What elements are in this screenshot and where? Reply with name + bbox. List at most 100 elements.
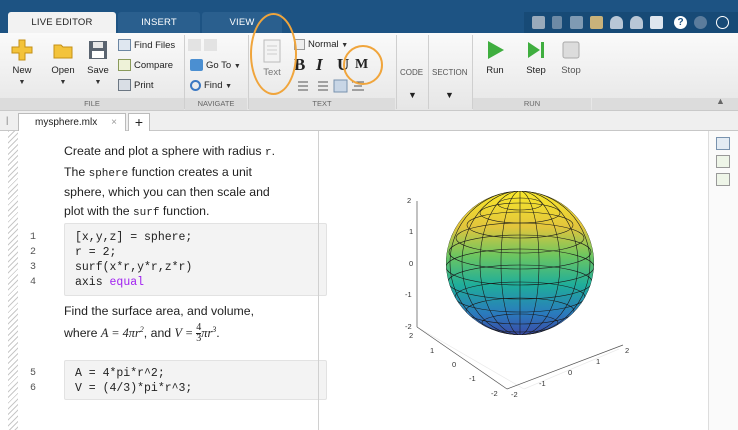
add-tab-button[interactable]: + [128, 113, 150, 131]
code-dropdown[interactable]: ▼ [408, 87, 417, 103]
y-tick: -1 [469, 374, 476, 383]
code-line-5[interactable]: A = 4*pi*r^2; [75, 367, 165, 380]
code-line-3[interactable]: surf(x*r,y*r,z*r) [75, 261, 192, 274]
stop-button[interactable]: Stop [557, 39, 585, 76]
z-tick: 0 [409, 259, 413, 268]
text-run: where [64, 325, 101, 340]
z-tick: 2 [407, 196, 411, 205]
style-dropdown[interactable]: Normal ▼ [294, 37, 348, 53]
step-button[interactable]: Step [522, 39, 550, 76]
tab-insert[interactable]: INSERT [118, 12, 200, 33]
redo-icon[interactable] [630, 16, 643, 29]
switch-windows-icon[interactable] [650, 16, 663, 29]
italic-button[interactable]: I [316, 56, 323, 73]
z-tick: -1 [405, 290, 412, 299]
formula-text: A = 4πr [100, 325, 140, 340]
text-run: The [64, 164, 89, 179]
find-button[interactable]: Find ▼ [190, 78, 232, 94]
navigate-back-forward[interactable] [188, 38, 220, 54]
text-run: function. [159, 203, 210, 218]
highlight-circle-text [250, 13, 297, 95]
print-button[interactable]: Print [118, 78, 154, 94]
paragraph-2: Find the surface area, and volume, where… [64, 302, 254, 344]
close-icon[interactable]: × [111, 114, 117, 131]
navigate-group-label: NAVIGATE [185, 98, 247, 110]
formula-area: A = 4πr2 [100, 325, 144, 340]
chevron-down-icon: ▼ [225, 83, 233, 90]
floppy-disk-icon [89, 41, 107, 59]
down-arrow-icon [204, 39, 217, 52]
options-icon[interactable] [716, 16, 729, 29]
code-line-4[interactable]: axis equal [75, 276, 144, 289]
find-label: Find [204, 80, 223, 91]
compare-button[interactable]: Compare [118, 58, 173, 74]
find-files-button[interactable]: Find Files [118, 38, 175, 54]
code-line-2[interactable]: r = 2; [75, 246, 116, 259]
new-button[interactable]: New ▼ [8, 39, 36, 87]
tab-live-editor[interactable]: LIVE EDITOR [8, 12, 116, 33]
text-run: , and [143, 325, 175, 340]
chevron-down-icon: ▼ [233, 63, 241, 70]
collapse-ribbon-icon[interactable]: ▲ [716, 93, 725, 109]
stop-icon [562, 41, 580, 59]
code-line-6[interactable]: V = (4/3)*pi*r^3; [75, 382, 192, 395]
undo-icon[interactable] [610, 16, 623, 29]
run-group-label: RUN [473, 98, 591, 110]
step-label: Step [526, 65, 546, 76]
formula-text: πr [201, 325, 213, 340]
save-button[interactable]: Save ▼ [84, 39, 112, 87]
live-script-editor[interactable]: Create and plot a sphere with radius r. … [20, 131, 327, 430]
sphere-surface [446, 191, 594, 335]
y-tick: -2 [491, 389, 498, 398]
go-to-label: Go To [206, 60, 232, 71]
output-right-icon[interactable] [716, 155, 730, 168]
minimize-ribbon-icon[interactable] [694, 16, 707, 29]
run-button[interactable]: Run [482, 39, 508, 76]
section-dropdown[interactable]: ▼ [445, 87, 454, 103]
go-to-button[interactable]: Go To ▼ [190, 58, 241, 74]
help-icon[interactable]: ? [674, 16, 687, 29]
find-files-icon [118, 39, 131, 52]
editor-tabbar: | mysphere.mlx × + [0, 111, 738, 131]
compare-icon [118, 59, 131, 72]
formula-volume: V = 4 3 πr3 [174, 323, 217, 344]
y-tick: 0 [452, 360, 456, 369]
style-label: Normal [308, 39, 339, 50]
text-run: plot with the [64, 203, 134, 218]
open-button[interactable]: Open ▼ [48, 39, 78, 87]
hide-code-icon[interactable] [716, 173, 730, 186]
inline-code: r [264, 147, 272, 159]
folder-icon [53, 44, 73, 59]
chevron-down-icon: ▼ [59, 79, 67, 86]
code-block-2[interactable]: A = 4*pi*r^2; V = (4/3)*pi*r^3; [64, 360, 327, 400]
inline-code: surf [133, 206, 160, 219]
printer-icon [118, 79, 131, 92]
y-tick: 1 [430, 346, 434, 355]
chevron-down-icon: ▼ [18, 79, 26, 86]
play-icon [488, 41, 504, 59]
text-group-label: TEXT [249, 98, 395, 110]
save-label: Save [87, 65, 109, 76]
stop-label: Stop [561, 65, 581, 76]
formula-text: V = [174, 325, 197, 340]
pin-icon: | [6, 115, 9, 125]
x-tick: 2 [625, 346, 629, 355]
code-line-1[interactable]: [x,y,z] = sphere; [75, 231, 192, 244]
line-number: 3 [30, 262, 37, 273]
save-icon[interactable] [532, 16, 545, 29]
x-tick: -2 [511, 390, 518, 399]
output-inline-icon[interactable] [716, 137, 730, 150]
line-number: 2 [30, 247, 37, 258]
line-number: 5 [30, 368, 37, 379]
code-keyword: equal [109, 276, 145, 289]
text-run: . [216, 325, 220, 340]
file-tab[interactable]: mysphere.mlx × [18, 113, 126, 131]
paste-icon[interactable] [590, 16, 603, 29]
copy-icon[interactable] [570, 16, 583, 29]
cut-icon[interactable] [552, 16, 562, 29]
code-group-label: CODE [400, 68, 424, 77]
output-toggle-bar [708, 131, 738, 430]
sphere-figure[interactable]: 2 1 0 -1 -2 2 1 0 -1 -2 2 1 0 -1 -2 [319, 131, 708, 430]
line-number: 4 [30, 277, 37, 288]
code-block-1[interactable]: [x,y,z] = sphere; r = 2; surf(x*r,y*r,z*… [64, 223, 327, 296]
